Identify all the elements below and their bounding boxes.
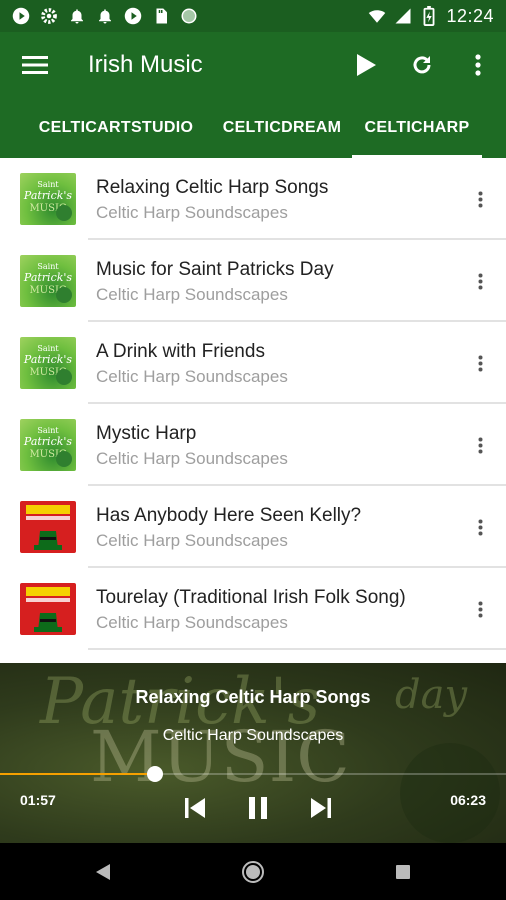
- track-artist: Celtic Harp Soundscapes: [96, 612, 288, 632]
- track-list: Saint Patrick's MUSIC Relaxing Celtic Harp…: [0, 158, 506, 663]
- battery-charging-icon: [420, 6, 438, 26]
- elapsed-time: 01:57: [20, 792, 56, 808]
- track-title: A Drink with Friends: [96, 340, 265, 362]
- refresh-button[interactable]: [394, 37, 450, 93]
- track-more-button[interactable]: [458, 177, 502, 221]
- now-playing-artist: Celtic Harp Soundscapes: [162, 727, 344, 744]
- svg-text:Saint: Saint: [37, 426, 59, 435]
- notification-icon: [68, 7, 86, 25]
- more-vert-icon: [478, 191, 482, 207]
- album-art-image: [20, 501, 76, 553]
- tab-label: CELTICDREAM: [222, 119, 342, 136]
- recents-button[interactable]: [388, 857, 418, 887]
- track-artist: Celtic Harp Soundscapes: [96, 202, 288, 222]
- home-icon: [242, 860, 264, 883]
- tab-celticdream[interactable]: CELTICDREAM: [212, 98, 352, 158]
- album-art-image: [20, 583, 76, 635]
- track-artist: Celtic Harp Soundscapes: [96, 448, 288, 468]
- pause-icon: [249, 797, 267, 819]
- svg-text:Saint: Saint: [37, 262, 59, 271]
- now-playing-title: Relaxing Celtic Harp Songs: [135, 687, 371, 707]
- track-title: Music for Saint Patricks Day: [96, 258, 334, 280]
- list-item[interactable]: Saint Patrick's MUSIC Relaxing Celtic Harp…: [0, 158, 506, 240]
- skip-next-icon: [311, 798, 331, 818]
- svg-text:Patrick's: Patrick's: [23, 435, 73, 448]
- sd-card-icon: [152, 7, 170, 25]
- signal-icon: [394, 7, 412, 25]
- track-more-button[interactable]: [458, 423, 502, 467]
- list-item[interactable]: Saint Patrick's MUSIC Mystic Harp Celtic H…: [0, 404, 506, 486]
- page-title: Irish Music: [88, 51, 203, 78]
- track-title: Has Anybody Here Seen Kelly?: [96, 504, 362, 526]
- more-vert-icon: [478, 519, 482, 535]
- notification-icon: [96, 7, 114, 25]
- track-artist: Celtic Harp Soundscapes: [96, 366, 288, 386]
- list-item[interactable]: Tourelay (Traditional Irish Folk Song) C…: [0, 568, 506, 650]
- home-button[interactable]: [238, 857, 268, 887]
- overflow-menu-button[interactable]: [450, 37, 506, 93]
- more-vert-icon: [478, 601, 482, 617]
- track-artist: Celtic Harp Soundscapes: [96, 284, 288, 304]
- play-icon: [357, 54, 376, 76]
- total-duration: 06:23: [450, 792, 486, 808]
- previous-button[interactable]: [178, 791, 212, 825]
- list-item[interactable]: Saint Patrick's MUSIC A Drink with Friends…: [0, 322, 506, 404]
- list-item[interactable]: Has Anybody Here Seen Kelly? Celtic Harp…: [0, 486, 506, 568]
- track-more-button[interactable]: [458, 259, 502, 303]
- status-bar: 12:24: [0, 0, 506, 32]
- album-art-image: Saint Patrick's MUSIC: [20, 255, 76, 307]
- play-circle-icon: [124, 7, 142, 25]
- track-artist: Celtic Harp Soundscapes: [96, 530, 288, 550]
- skip-previous-icon: [185, 798, 205, 818]
- menu-button[interactable]: [0, 32, 70, 98]
- svg-text:Saint: Saint: [37, 344, 59, 353]
- refresh-icon: [413, 56, 431, 74]
- tab-bar: CELTICARTSTUDIO CELTICDREAM CELTICHARP: [0, 98, 506, 158]
- play-circle-icon: [12, 7, 30, 25]
- pause-button[interactable]: [241, 791, 275, 825]
- more-vert-icon: [478, 273, 482, 289]
- more-vert-icon: [478, 437, 482, 453]
- wifi-icon: [368, 7, 386, 25]
- album-art-image: Saint Patrick's MUSIC: [20, 419, 76, 471]
- back-button[interactable]: [88, 857, 118, 887]
- app-bar: Irish Music CELTICARTSTUDIO CELTICDREAM …: [0, 32, 506, 158]
- tab-celticartstudio[interactable]: CELTICARTSTUDIO: [20, 98, 212, 158]
- navigation-bar: [0, 843, 506, 900]
- album-art-image: Saint Patrick's MUSIC: [20, 173, 76, 225]
- track-more-button[interactable]: [458, 505, 502, 549]
- clock: 12:24: [446, 5, 494, 26]
- track-title: Tourelay (Traditional Irish Folk Song): [96, 586, 406, 608]
- svg-text:Patrick's: Patrick's: [23, 271, 73, 284]
- svg-text:Saint: Saint: [37, 180, 59, 189]
- more-vert-icon: [478, 355, 482, 371]
- album-art-image: Saint Patrick's MUSIC: [20, 337, 76, 389]
- tab-celticharp[interactable]: CELTICHARP: [352, 98, 482, 158]
- now-playing-panel: Patrick's day MUSIC Relaxing Celtic Harp…: [0, 663, 506, 843]
- track-more-button[interactable]: [458, 587, 502, 631]
- more-vert-icon: [475, 54, 481, 76]
- settings-icon: [40, 7, 58, 25]
- divider: [88, 648, 506, 650]
- circle-icon: [180, 7, 198, 25]
- hamburger-menu-icon: [22, 56, 48, 74]
- track-more-button[interactable]: [458, 341, 502, 385]
- svg-text:Patrick's: Patrick's: [23, 353, 73, 366]
- list-item[interactable]: Saint Patrick's MUSIC Music for Saint Patr…: [0, 240, 506, 322]
- svg-text:Patrick's: Patrick's: [23, 189, 73, 202]
- recents-icon: [396, 864, 410, 879]
- tab-label: CELTICARTSTUDIO: [38, 119, 194, 136]
- seek-bar[interactable]: [0, 766, 506, 782]
- tab-label: CELTICHARP: [364, 119, 470, 136]
- track-title: Relaxing Celtic Harp Songs: [96, 176, 329, 198]
- seek-progress: [0, 773, 156, 775]
- back-icon: [96, 863, 110, 880]
- next-button[interactable]: [304, 791, 338, 825]
- play-all-button[interactable]: [338, 37, 394, 93]
- track-title: Mystic Harp: [96, 422, 197, 444]
